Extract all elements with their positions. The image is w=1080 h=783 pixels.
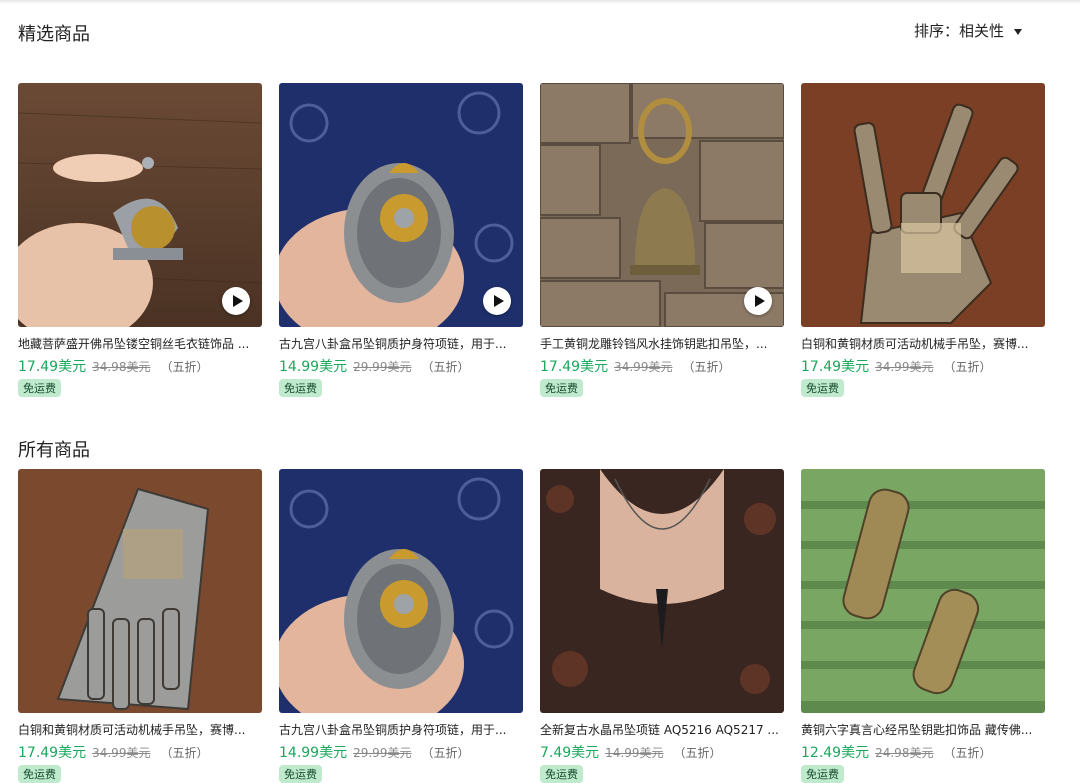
product-price: 17.49美元: [18, 745, 87, 761]
product-card[interactable]: 古九宫八卦盒吊坠铜质护身符项链，用于... 14.99美元 29.99美元 （五折）…: [279, 469, 523, 783]
original-price: 29.99美元: [353, 360, 412, 374]
product-price: 17.49美元: [540, 359, 609, 375]
product-price: 17.49美元: [801, 359, 870, 375]
play-icon[interactable]: [483, 287, 511, 315]
product-title[interactable]: 白铜和黄铜材质可活动机械手吊坠，赛博...: [801, 335, 1045, 352]
product-title[interactable]: 古九宫八卦盒吊坠铜质护身符项链，用于...: [279, 335, 523, 352]
discount-label: （五折）: [421, 746, 470, 760]
product-image[interactable]: [279, 83, 523, 327]
discount-label: （五折）: [160, 746, 209, 760]
product-image[interactable]: [540, 469, 784, 713]
product-card[interactable]: 白铜和黄铜材质可活动机械手吊坠，赛博... 17.49美元 34.99美元 （五折）…: [18, 469, 262, 783]
free-shipping-badge: 免运费: [540, 765, 583, 783]
product-image[interactable]: [18, 469, 262, 713]
original-price: 34.99美元: [92, 746, 151, 760]
caret-down-icon: [1014, 28, 1023, 35]
discount-label: （五折）: [943, 360, 992, 374]
product-price: 12.49美元: [801, 745, 870, 761]
featured-section-title: 精选商品: [18, 24, 90, 45]
product-price: 14.99美元: [279, 745, 348, 761]
play-icon[interactable]: [222, 287, 250, 315]
original-price: 24.98美元: [875, 746, 934, 760]
free-shipping-badge: 免运费: [801, 379, 844, 397]
top-shadow: [0, 0, 1080, 4]
original-price: 34.99美元: [614, 360, 673, 374]
free-shipping-badge: 免运费: [18, 379, 61, 397]
product-title[interactable]: 全新复古水晶吊坠项链 AQ5216 AQ5217 ...: [540, 721, 784, 738]
free-shipping-badge: 免运费: [18, 765, 61, 783]
product-title[interactable]: 白铜和黄铜材质可活动机械手吊坠，赛博...: [18, 721, 262, 738]
discount-label: （五折）: [682, 360, 731, 374]
sort-dropdown[interactable]: 排序：相关性: [914, 20, 1023, 41]
play-icon[interactable]: [744, 287, 772, 315]
product-image[interactable]: [540, 83, 784, 327]
product-image[interactable]: [801, 83, 1045, 327]
original-price: 14.99美元: [605, 746, 664, 760]
product-card[interactable]: 黄铜六字真言心经吊坠钥匙扣饰品 藏传佛... 12.49美元 24.98美元 （五折…: [801, 469, 1045, 783]
product-price: 17.49美元: [18, 359, 87, 375]
discount-label: （五折）: [160, 360, 209, 374]
free-shipping-badge: 免运费: [801, 765, 844, 783]
original-price: 29.99美元: [353, 746, 412, 760]
product-card[interactable]: 古九宫八卦盒吊坠铜质护身符项链，用于... 14.99美元 29.99美元 （五折）…: [279, 83, 523, 397]
discount-label: （五折）: [673, 746, 722, 760]
free-shipping-badge: 免运费: [279, 379, 322, 397]
discount-label: （五折）: [421, 360, 470, 374]
product-title[interactable]: 地藏菩萨盛开佛吊坠镂空铜丝毛衣链饰品 ...: [18, 335, 262, 352]
product-image[interactable]: [279, 469, 523, 713]
product-title[interactable]: 黄铜六字真言心经吊坠钥匙扣饰品 藏传佛...: [801, 721, 1045, 738]
product-image[interactable]: [18, 83, 262, 327]
product-card[interactable]: 地藏菩萨盛开佛吊坠镂空铜丝毛衣链饰品 ... 17.49美元 34.98美元 （五折…: [18, 83, 262, 397]
discount-label: （五折）: [943, 746, 992, 760]
product-price: 14.99美元: [279, 359, 348, 375]
product-card[interactable]: 手工黄铜龙雕铃铛风水挂饰钥匙扣吊坠，... 17.49美元 34.99美元 （五折）…: [540, 83, 784, 397]
product-title[interactable]: 手工黄铜龙雕铃铛风水挂饰钥匙扣吊坠，...: [540, 335, 784, 352]
free-shipping-badge: 免运费: [540, 379, 583, 397]
product-price: 7.49美元: [540, 745, 600, 761]
product-card[interactable]: 白铜和黄铜材质可活动机械手吊坠，赛博... 17.49美元 34.99美元 （五折）…: [801, 83, 1045, 397]
all-products-section-title: 所有商品: [18, 440, 90, 461]
product-card[interactable]: 全新复古水晶吊坠项链 AQ5216 AQ5217 ... 7.49美元 14.99…: [540, 469, 784, 783]
product-title[interactable]: 古九宫八卦盒吊坠铜质护身符项链，用于...: [279, 721, 523, 738]
sort-label: 排序：相关性: [914, 22, 1005, 40]
product-image[interactable]: [801, 469, 1045, 713]
free-shipping-badge: 免运费: [279, 765, 322, 783]
original-price: 34.98美元: [92, 360, 151, 374]
original-price: 34.99美元: [875, 360, 934, 374]
